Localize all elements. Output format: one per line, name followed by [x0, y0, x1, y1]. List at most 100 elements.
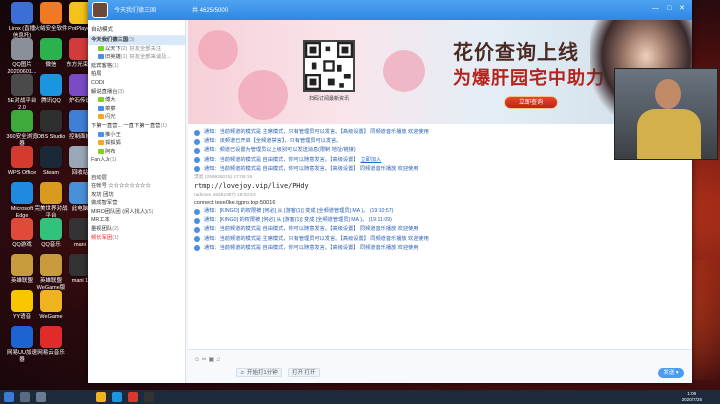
tree-count: (1) [109, 157, 117, 164]
task-view-icon[interactable] [36, 392, 46, 402]
tree-label: Fan人Jr [91, 157, 110, 164]
channel-group[interactable]: Fan人Jr(1) [88, 156, 185, 165]
mode-label[interactable]: 自动模式 [88, 20, 185, 36]
tree-label: 解说直播台 [91, 88, 118, 95]
channel-group[interactable]: MIRO团队团 (闲人找人)(5) [88, 208, 185, 217]
channel-group[interactable]: 在帐号 ☆☆☆☆☆☆☆☆ [88, 182, 185, 191]
input-toolbar-icons[interactable]: ☺ ✂ ▣ ♫ [194, 356, 220, 363]
desktop-shortcut[interactable]: 网易云音乐 [29, 326, 73, 357]
query-now-button[interactable]: 立即查询 [504, 96, 558, 109]
channel-group[interactable]: 频长军团(1) [88, 234, 185, 243]
role-badge-icon [98, 45, 104, 51]
role-badge-icon [98, 140, 104, 146]
message-text: connect tese0ke.tgpro.top:50016 [194, 200, 276, 207]
channel-member[interactable]: 菜菜 [88, 105, 185, 114]
chat-message: 通知：当前频道的模式是 自由模式，你可以随意发言。【高级设置】 同频道音乐播放 … [194, 165, 686, 174]
qq-channel-window: 今天我们德三国 共 4625/5000 — □ ✕ 自动模式 今天我们德三国(3… [88, 0, 692, 383]
chat-message: 通知：频道已设置为管理员以上级别可以发送消息(限制 地址/链接) [194, 146, 686, 155]
tree-label: MR工本 [91, 217, 110, 224]
window-titlebar[interactable]: 今天我们德三国 共 4625/5000 — □ ✕ [88, 0, 692, 20]
channel-member[interactable]: 狐狐狐 [88, 139, 185, 148]
system-clock[interactable]: 1:06 2020/7/25 [682, 391, 702, 403]
app-icon [40, 290, 62, 312]
blossom-decoration [383, 50, 425, 92]
channel-group[interactable]: MR工本 [88, 216, 185, 225]
message-text: 通知：当前频道的模式是 自由模式，你可以随意发言。【高级设置】 同频道音乐播放 … [204, 226, 419, 233]
tree-label: 频长军团 [91, 234, 113, 241]
channel-group[interactable]: 下第一直营... 一直下第一直营(1) [88, 122, 185, 131]
channel-group[interactable]: 延宾客格(1) [88, 62, 185, 71]
role-badge-icon [98, 54, 104, 60]
notice-icon [194, 166, 200, 173]
channel-group[interactable]: 量视团队(2) [88, 225, 185, 234]
channel-group[interactable] [88, 165, 185, 174]
channel-member[interactable]: 闪光 [88, 113, 185, 122]
tree-label: 闪光 [105, 114, 116, 121]
blossom-decoration [238, 70, 288, 120]
webcam-overlay [614, 68, 718, 160]
tree-count: (1) [120, 54, 128, 61]
send-button[interactable]: 发送 ▾ [658, 368, 684, 378]
tree-label: 狐狐狐 [105, 140, 121, 147]
channel-group[interactable]: 攻坊 团坊 [88, 191, 185, 200]
start-icon[interactable] [4, 392, 14, 402]
channel-member[interactable]: 以天下(2) 好友全部关注 [88, 45, 185, 54]
tree-count: (2) [112, 226, 119, 233]
window-controls[interactable]: — □ ✕ [652, 4, 688, 12]
message-text: 通知：当前频道的模式是 自由模式，你可以随意发言。【高级设置】 [204, 156, 359, 163]
chat-message: rtmp://lovejoy.vip/live/PHdy [194, 181, 686, 192]
chat-message: 通知：当前频道的模式是 主席模式，只有管理员可以发言。【高级设置】 同频道音乐播… [194, 235, 686, 244]
tree-extra: 好友全部来谈及... [129, 54, 171, 61]
notice-icon [194, 236, 200, 243]
channel-group[interactable]: CODI [88, 79, 185, 88]
channel-member[interactable]: 阿布 [88, 148, 185, 157]
tree-count: (1) [160, 122, 167, 129]
channel-group[interactable]: 自动层 [88, 174, 185, 183]
tree-label: 攻坊 团坊 [91, 191, 114, 198]
tree-count: (2) [120, 45, 128, 52]
search-icon[interactable] [20, 392, 30, 402]
channel-member[interactable]: 推小王 [88, 131, 185, 140]
tree-label: 在帐号 ☆☆☆☆☆☆☆☆ [91, 183, 151, 190]
message-text: 通知：当前频道的模式是 主席模式，只有管理员可以发言。【高级设置】 同频道音乐播… [204, 235, 429, 242]
channel-avatar[interactable] [92, 2, 108, 18]
desktop-shortcut[interactable]: WeGame [29, 290, 73, 321]
tree-count: (3) [128, 37, 135, 43]
message-input-bar[interactable]: ☺ ✂ ▣ ♫ 发送 ▾ [188, 349, 692, 383]
status-button[interactable]: ♬ 开始打1分钟 [236, 368, 282, 377]
message-text: 通知：该频道已开启【全频道禁言】，只有管理员可以发言。 [204, 138, 342, 145]
channel-group[interactable]: 解说直播台(3) [88, 88, 185, 97]
banner-headline: 花价查询上线 [453, 40, 579, 64]
message-link[interactable]: 立即加入 [360, 157, 381, 163]
clock-date: 2020/7/25 [681, 397, 702, 402]
tree-label: 柏局 [91, 71, 102, 78]
channel-group[interactable]: 做成智军营 [88, 199, 185, 208]
channel-group[interactable]: 今天我们德三国(3) [88, 36, 185, 45]
blossom-decoration [198, 30, 238, 70]
channel-tree: 今天我们德三国(3) 以天下(2) 好友全部关注 旧英雄(1) 好友全部来谈及... 延宾… [88, 36, 185, 242]
notice-icon [194, 226, 200, 233]
channel-member[interactable]: 旧英雄(1) 好友全部来谈及... [88, 53, 185, 62]
chat-message: 通知：该频道已开启【全频道禁言】，只有管理员可以发言。 [194, 137, 686, 146]
message-text: 通知：[KING0] 的权限被 [何必] 从 [游客(1)] 变成 [全频道管理… [204, 217, 392, 224]
message-text: 通知：当前频道的模式是 主席模式，只有管理员可以发言。【高级设置】 同频道音乐播… [204, 129, 429, 135]
qq-taskbar-icon[interactable] [112, 392, 122, 402]
app-taskbar-icon[interactable] [128, 392, 138, 402]
channel-member[interactable]: 傅大 [88, 96, 185, 105]
message-text: 通知：[KINGO] 的权限被 [何必] 从 [游客(1)] 变成 [全频道管理… [204, 208, 394, 215]
status-button-2[interactable]: 打开 打开 [288, 368, 320, 377]
tree-label: 阿布 [105, 148, 116, 155]
obs-taskbar-icon[interactable] [144, 392, 154, 402]
notice-icon [194, 217, 200, 224]
notice-icon [194, 129, 200, 136]
taskbar: 1:06 2020/7/25 [0, 390, 720, 404]
message-sender: radimen 26482397) 19:03:53 [194, 192, 686, 199]
tree-count: (5) [146, 208, 154, 215]
streamer-body [637, 109, 701, 159]
tree-label: MIRO团队团 (闲人找人) [91, 208, 147, 215]
channel-group[interactable]: 柏局 [88, 70, 185, 79]
yy-taskbar-icon[interactable] [96, 392, 106, 402]
desktop-shortcut-label: WeGame [39, 314, 63, 320]
tree-extra: 好友全部关注 [129, 45, 162, 52]
tree-count: (3) [117, 88, 124, 95]
